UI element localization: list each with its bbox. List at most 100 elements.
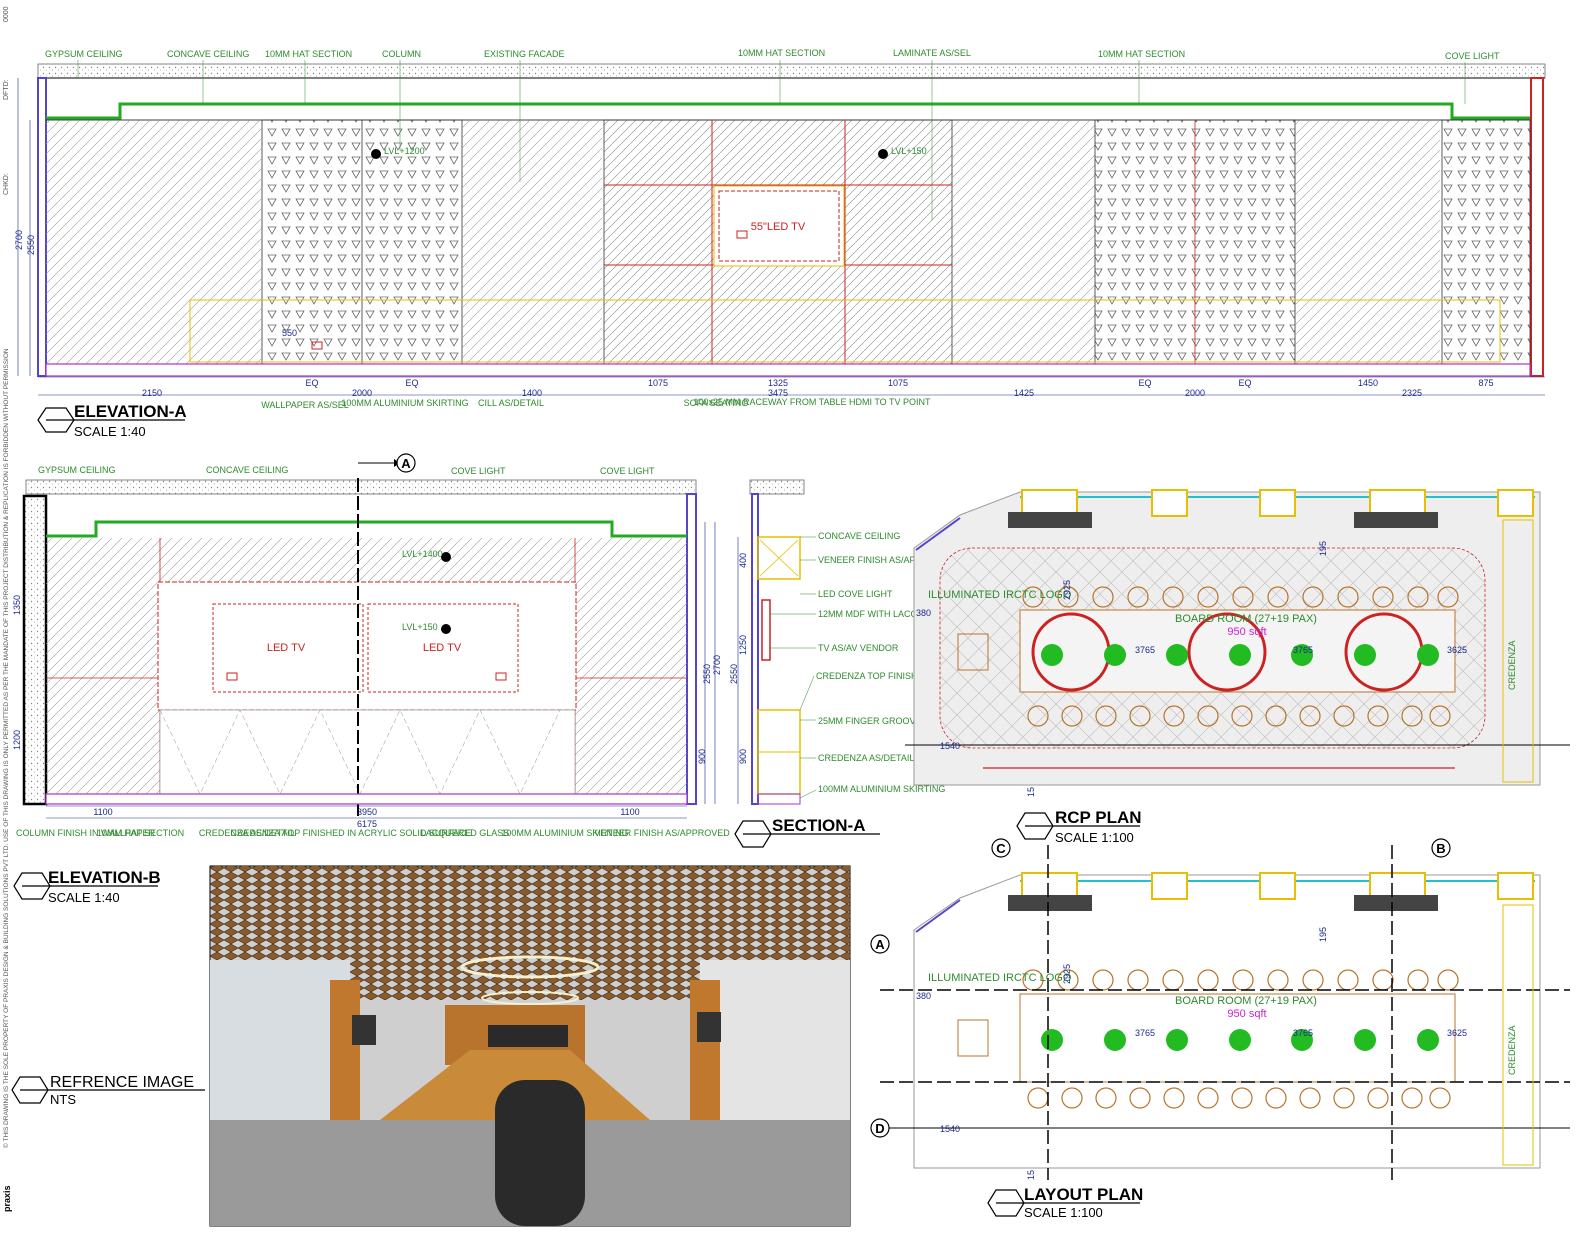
- elev-b-bottom-labels: COLUMN FINISH IN WALLPAPER 10MM HAT SECT…: [16, 828, 730, 838]
- svg-text:LACQUERED GLASS: LACQUERED GLASS: [421, 828, 510, 838]
- elev-a-title: ELEVATION-A: [74, 402, 187, 421]
- elev-a-tv-label: 55"LED TV: [751, 221, 806, 233]
- svg-text:VENEER FINISH AS/APPROVED: VENEER FINISH AS/APPROVED: [594, 828, 730, 838]
- svg-text:ILLUMINATED IRCTC LOGO: ILLUMINATED IRCTC LOGO: [928, 972, 1072, 984]
- elev-b-tv-1: LED TV: [267, 642, 306, 654]
- dftd-label: DFTD:: [3, 79, 10, 100]
- svg-text:1200: 1200: [12, 730, 22, 750]
- svg-text:COLUMN: COLUMN: [382, 49, 421, 59]
- svg-text:GYPSUM CEILING: GYPSUM CEILING: [38, 465, 116, 475]
- svg-text:10MM HAT SECTION: 10MM HAT SECTION: [1098, 49, 1185, 59]
- elev-b-title: ELEVATION-B: [48, 868, 161, 887]
- svg-text:3625: 3625: [1447, 645, 1467, 655]
- layout-plan: CREDENZA BOARD ROOM (27+19 PAX) 950 sqft…: [870, 838, 1570, 1220]
- svg-text:3765: 3765: [1135, 645, 1155, 655]
- sheet-code: 0000: [3, 6, 10, 22]
- svg-text:25MM FINGER GROOVE: 25MM FINGER GROOVE: [818, 716, 922, 726]
- svg-text:380: 380: [916, 608, 931, 618]
- svg-text:ILLUMINATED IRCTC LOGO: ILLUMINATED IRCTC LOGO: [928, 589, 1072, 601]
- svg-text:CILL AS/DETAIL: CILL AS/DETAIL: [478, 398, 544, 408]
- reference-scale: NTS: [50, 1092, 76, 1107]
- layout-title: LAYOUT PLAN: [1024, 1185, 1143, 1204]
- svg-text:EQ: EQ: [1238, 378, 1251, 388]
- svg-text:950 sqft: 950 sqft: [1227, 626, 1266, 638]
- svg-text:400: 400: [738, 553, 748, 568]
- svg-text:3950: 3950: [357, 807, 377, 817]
- svg-text:1075: 1075: [888, 378, 908, 388]
- svg-text:EQ: EQ: [405, 378, 418, 388]
- svg-text:A: A: [875, 937, 885, 952]
- svg-text:EQ: EQ: [1138, 378, 1151, 388]
- elev-b-section-mark: A: [401, 456, 411, 471]
- svg-text:2000: 2000: [352, 388, 372, 398]
- elev-b-tv-2: LED TV: [423, 642, 462, 654]
- svg-text:EXISTING FACADE: EXISTING FACADE: [484, 49, 565, 59]
- svg-text:2000: 2000: [1185, 388, 1205, 398]
- elev-a-dim-550: 550: [282, 328, 297, 338]
- elev-a-top-labels: GYPSUM CEILING CONCAVE CEILING 10MM HAT …: [45, 48, 1500, 61]
- svg-text:15: 15: [1026, 787, 1036, 797]
- svg-text:LED COVE LIGHT: LED COVE LIGHT: [818, 589, 893, 599]
- svg-text:GYPSUM CEILING: GYPSUM CEILING: [45, 49, 123, 59]
- elev-a-vdim-2700: 2700: [14, 230, 24, 250]
- svg-text:1075: 1075: [648, 378, 668, 388]
- svg-text:10MM HAT SECTION: 10MM HAT SECTION: [738, 48, 825, 58]
- svg-text:1325: 1325: [768, 378, 788, 388]
- svg-text:C: C: [996, 841, 1006, 856]
- svg-text:1540: 1540: [940, 1124, 960, 1134]
- svg-text:1450: 1450: [1358, 378, 1378, 388]
- elev-a-vdim-2550: 2550: [26, 235, 36, 255]
- svg-text:CREDENZA: CREDENZA: [1507, 1025, 1517, 1075]
- svg-text:B: B: [1436, 841, 1445, 856]
- svg-text:BOARD ROOM (27+19 PAX): BOARD ROOM (27+19 PAX): [1175, 613, 1317, 625]
- svg-text:2700: 2700: [712, 655, 722, 675]
- svg-text:WALLPAPER AS/SEL: WALLPAPER AS/SEL: [261, 400, 349, 410]
- svg-text:2150: 2150: [142, 388, 162, 398]
- svg-text:1100: 1100: [93, 807, 112, 817]
- svg-text:2925: 2925: [1062, 964, 1072, 984]
- svg-text:10MM HAT SECTION: 10MM HAT SECTION: [97, 828, 184, 838]
- svg-text:195: 195: [1318, 541, 1328, 556]
- svg-text:2550: 2550: [702, 664, 712, 684]
- svg-text:15: 15: [1026, 1170, 1036, 1180]
- svg-text:1350: 1350: [12, 595, 22, 615]
- elev-a-scale: SCALE 1:40: [74, 424, 146, 439]
- svg-text:1540: 1540: [940, 741, 960, 751]
- svg-text:CONCAVE CEILING: CONCAVE CEILING: [818, 531, 900, 541]
- svg-text:195: 195: [1318, 927, 1328, 942]
- svg-text:COVE LIGHT: COVE LIGHT: [600, 466, 655, 476]
- svg-text:LVL+150: LVL+150: [402, 622, 438, 632]
- rcp-plan: CREDENZA BOARD ROOM (27+19 PAX) 950 sqft…: [905, 489, 1570, 845]
- elevation-a: 55"LED TV LVL+1200 LVL+150 550 2700 2550…: [14, 48, 1546, 439]
- svg-text:COVE LIGHT: COVE LIGHT: [1445, 51, 1500, 61]
- svg-text:1100: 1100: [620, 807, 639, 817]
- reference-image: REFRENCE IMAGE NTS: [11, 865, 851, 1227]
- svg-text:COVE LIGHT: COVE LIGHT: [451, 466, 506, 476]
- svg-text:3765: 3765: [1293, 645, 1313, 655]
- svg-text:2925: 2925: [1062, 580, 1072, 600]
- svg-text:950 sqft: 950 sqft: [1227, 1008, 1266, 1020]
- elev-b-scale: SCALE 1:40: [48, 890, 120, 905]
- chkd-label: CHKD:: [3, 173, 10, 195]
- svg-text:3765: 3765: [1293, 1028, 1313, 1038]
- section-a-title: SECTION-A: [772, 816, 866, 835]
- svg-text:TV AS/AV VENDOR: TV AS/AV VENDOR: [818, 643, 899, 653]
- svg-text:10MM HAT SECTION: 10MM HAT SECTION: [265, 49, 352, 59]
- drawing-sheet: © THIS DRAWING IS THE SOLE PROPERTY OF P…: [2, 6, 1570, 1227]
- svg-text:D: D: [875, 1121, 884, 1136]
- svg-text:900: 900: [697, 749, 707, 764]
- elev-a-lvl-1: LVL+1200: [384, 146, 425, 156]
- svg-text:CONCAVE CEILING: CONCAVE CEILING: [167, 49, 249, 59]
- copyright-text: © THIS DRAWING IS THE SOLE PROPERTY OF P…: [2, 348, 10, 1148]
- svg-text:1250: 1250: [738, 635, 748, 655]
- svg-text:380: 380: [916, 991, 931, 1001]
- svg-text:3625: 3625: [1447, 1028, 1467, 1038]
- svg-text:900: 900: [738, 749, 748, 764]
- svg-text:LAMINATE AS/SEL: LAMINATE AS/SEL: [893, 48, 971, 58]
- reference-title: REFRENCE IMAGE: [50, 1074, 194, 1091]
- rcp-title: RCP PLAN: [1055, 808, 1142, 827]
- svg-text:2550: 2550: [729, 664, 739, 684]
- svg-text:CREDENZA AS/DETAIL: CREDENZA AS/DETAIL: [818, 753, 914, 763]
- svg-text:2325: 2325: [1402, 388, 1422, 398]
- elev-a-lvl-2: LVL+150: [891, 146, 927, 156]
